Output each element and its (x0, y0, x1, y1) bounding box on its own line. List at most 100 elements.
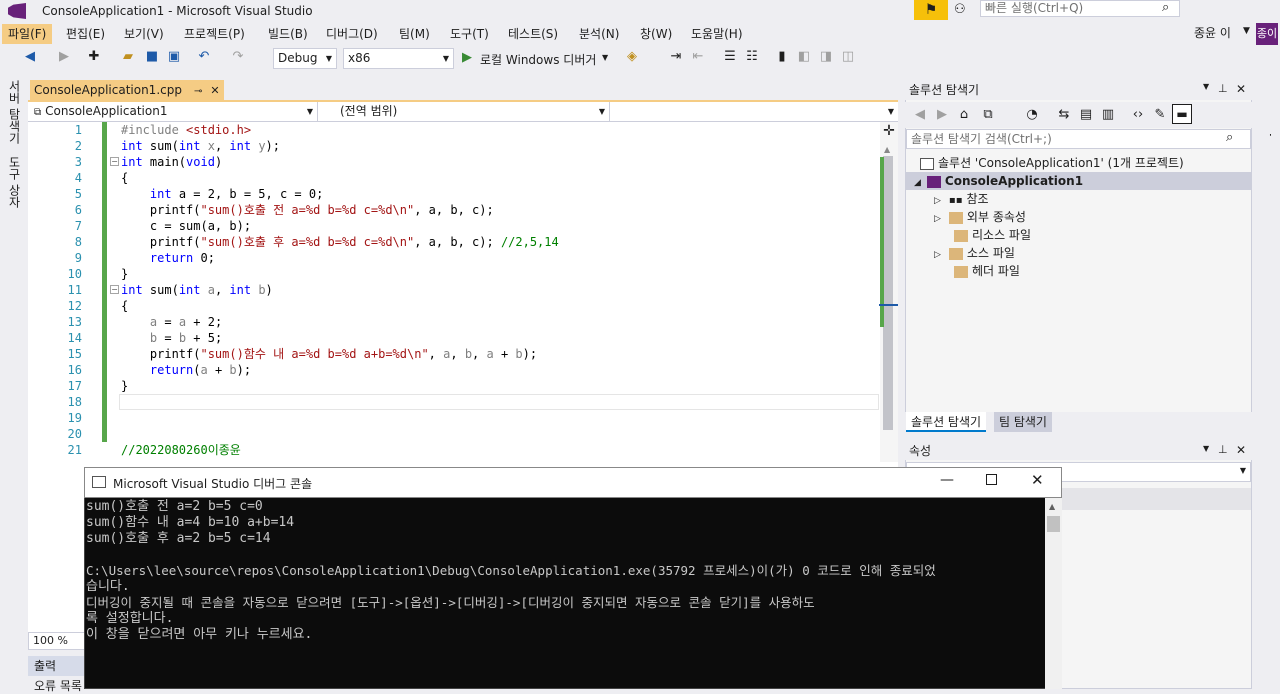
project-node[interactable]: ◢ ConsoleApplication1 (914, 172, 1083, 190)
solution-node[interactable]: 솔루션 'ConsoleApplication1' (1개 프로젝트) (920, 154, 1184, 172)
editor-scroll-thumb[interactable] (883, 156, 893, 430)
menu-window[interactable]: 창(W) (634, 24, 678, 44)
menu-team[interactable]: 팀(M) (393, 24, 436, 44)
code-line-3: int main(void) (121, 155, 223, 169)
se-back-icon[interactable]: ◀ (912, 107, 928, 123)
menu-project[interactable]: 프로젝트(P) (178, 24, 251, 44)
next-bookmark-icon[interactable]: ◨ (818, 49, 834, 65)
bookmark-icon[interactable]: ▮ (774, 49, 790, 65)
console-close-icon[interactable]: ✕ (1031, 471, 1044, 489)
project-nav-select[interactable]: ⧉ ConsoleApplication1 ▼ (30, 102, 318, 121)
output-panel-title[interactable]: 출력 (28, 656, 88, 676)
menu-test[interactable]: 테스트(S) (502, 24, 564, 44)
new-project-icon[interactable]: ✚ (86, 49, 102, 65)
props-close-icon[interactable]: ✕ (1236, 443, 1246, 457)
uncomment-icon[interactable]: ☷ (744, 49, 760, 65)
pin-icon[interactable]: ⊸ (194, 86, 202, 97)
collapse-main-icon[interactable]: − (110, 157, 119, 166)
scroll-up-icon[interactable]: ▲ (884, 145, 890, 154)
forward-icon[interactable]: ▶ (56, 49, 72, 65)
console-scroll-thumb[interactable] (1047, 516, 1060, 532)
tree-item-references[interactable]: ▷ ▪▪ 참조 (934, 190, 989, 208)
menu-view[interactable]: 보기(V) (118, 24, 170, 44)
code-line-17: } (121, 379, 129, 393)
collapse-all-icon[interactable]: ▤ (1078, 107, 1094, 123)
home-icon[interactable]: ⌂ (956, 107, 972, 123)
start-debug-icon[interactable]: ▶ (462, 50, 472, 65)
line-number: 11 (67, 283, 82, 297)
tree-item-resource-files[interactable]: 리소스 파일 (954, 226, 1031, 244)
user-avatar[interactable]: 종이 (1256, 23, 1278, 45)
tab-solution-explorer[interactable]: 솔루션 탐색기 (906, 412, 987, 432)
menu-debug[interactable]: 디버그(D) (320, 24, 384, 44)
redo-icon[interactable]: ↷ (230, 49, 246, 65)
document-tab[interactable]: ConsoleApplication1.cpp ⊸ ✕ (30, 80, 224, 100)
maximize-icon[interactable] (986, 474, 997, 485)
menu-analyze[interactable]: 분석(N) (573, 24, 625, 44)
show-all-files-icon[interactable]: ▥ (1100, 107, 1116, 123)
close-tab-icon[interactable]: ✕ (210, 84, 219, 97)
error-list-tab[interactable]: 오류 목록 (34, 677, 82, 694)
back-icon[interactable]: ◀ (22, 49, 38, 65)
menu-tools[interactable]: 도구(T) (444, 24, 495, 44)
line-number: 7 (74, 219, 82, 233)
feedback-icon[interactable]: ⚇ (954, 2, 966, 17)
clear-bookmarks-icon[interactable]: ◫ (840, 49, 856, 65)
save-all-icon[interactable]: ▣ (166, 49, 182, 65)
props-menu-icon[interactable]: ▼ (1203, 444, 1209, 453)
right-tool-strip (1262, 78, 1276, 134)
menu-help[interactable]: 도움말(H) (685, 24, 749, 44)
prev-bookmark-icon[interactable]: ◧ (796, 49, 812, 65)
sync-icon[interactable]: ⇆ (1056, 107, 1072, 123)
find-in-files-icon[interactable]: ◈ (624, 49, 640, 65)
step-icon[interactable]: ⇥ (668, 49, 684, 65)
code-line-2: int sum(int x, int y); (121, 139, 280, 153)
pin-panel-icon[interactable]: ⊥ (1218, 82, 1228, 95)
menu-file[interactable]: 파일(F) (2, 24, 53, 44)
tab-team-explorer[interactable]: 팀 탐색기 (994, 412, 1052, 432)
open-file-icon[interactable]: ▰ (120, 49, 136, 65)
preview-selected-icon[interactable]: ▬ (1172, 104, 1192, 124)
notification-flag-icon[interactable]: ⚑ (914, 0, 948, 20)
collapse-sum-icon[interactable]: − (110, 285, 119, 294)
scroll-caret-marker (879, 304, 898, 306)
view-code-icon[interactable]: ‹› (1130, 107, 1146, 123)
solution-platform-select[interactable]: x86 ▼ (343, 48, 454, 69)
code-line-8: printf("sum()호출 후 a=%d b=%d c=%d\n", a, … (121, 235, 559, 249)
console-title: Microsoft Visual Studio 디버그 콘솔 (113, 477, 313, 491)
switch-views-icon[interactable]: ⧉ (980, 107, 996, 123)
tree-item-source-files[interactable]: ▷ 소스 파일 (934, 244, 1015, 262)
server-explorer-tab[interactable]: 서버 탐색기 (6, 80, 23, 144)
scope-nav-select[interactable]: (전역 범위) ▼ (320, 102, 610, 121)
console-line: sum()호출 전 a=2 b=5 c=0 (86, 499, 263, 514)
props-pin-icon[interactable]: ⊥ (1218, 443, 1228, 456)
properties-wrench-icon[interactable]: ✎ (1152, 107, 1168, 123)
tree-item-header-files[interactable]: 헤더 파일 (954, 262, 1020, 280)
panel-menu-icon[interactable]: ▼ (1203, 82, 1209, 91)
minimize-icon[interactable]: — (940, 472, 954, 488)
solution-config-select[interactable]: Debug ▼ (273, 48, 337, 69)
undo-icon[interactable]: ↶ (196, 49, 212, 65)
user-dropdown-icon[interactable]: ▼ (1243, 26, 1250, 36)
member-nav-select[interactable]: ▼ (612, 102, 898, 121)
split-editor-icon[interactable]: ✛ (880, 124, 898, 138)
se-forward-icon[interactable]: ▶ (934, 107, 950, 123)
user-account[interactable]: 종윤 이 (1194, 24, 1231, 41)
comment-icon[interactable]: ☰ (722, 49, 738, 65)
menu-edit[interactable]: 편집(E) (60, 24, 111, 44)
standard-toolbar (0, 45, 1280, 73)
toolbox-tab[interactable]: 도구 상자 (6, 156, 23, 208)
console-scroll-up-icon[interactable]: ▲ (1049, 502, 1055, 511)
run-dropdown-icon[interactable]: ▼ (602, 53, 608, 62)
quick-launch-input[interactable]: 빠른 실행(Ctrl+Q) (980, 0, 1180, 17)
menu-build[interactable]: 빌드(B) (262, 24, 314, 44)
pending-changes-icon[interactable]: ◔ (1024, 107, 1040, 123)
step-over-icon[interactable]: ⇤ (690, 49, 706, 65)
tree-item-external-deps[interactable]: ▷ 외부 종속성 (934, 208, 1026, 226)
solution-explorer-search[interactable]: 솔루션 탐색기 검색(Ctrl+;) (906, 129, 1251, 149)
close-panel-icon[interactable]: ✕ (1236, 82, 1246, 96)
save-icon[interactable]: ■ (144, 49, 160, 65)
se-search-icon: ⌕ (1226, 130, 1234, 145)
code-line-21: //2022080260이종윤 (121, 443, 241, 457)
start-debugging-button[interactable]: 로컬 Windows 디버거 (480, 51, 596, 68)
